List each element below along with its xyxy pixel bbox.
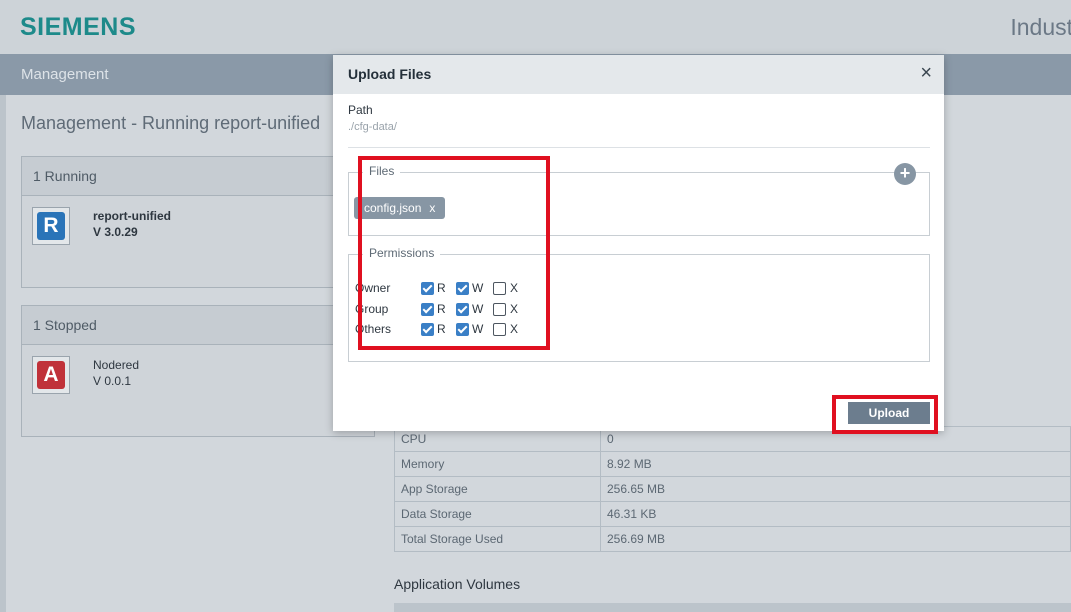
resource-key: Memory	[394, 451, 601, 477]
resource-key: Total Storage Used	[394, 526, 601, 552]
table-row: Total Storage Used 256.69 MB	[394, 526, 1071, 552]
nav-title[interactable]: Management	[21, 66, 109, 83]
table-row: Memory 8.92 MB	[394, 451, 1071, 477]
resource-value: 8.92 MB	[600, 451, 1071, 477]
resource-table: CPU 0 Memory 8.92 MB App Storage 256.65 MB …	[394, 426, 1071, 552]
app-version: V 0.0.1	[93, 374, 132, 388]
resource-key: App Storage	[394, 476, 601, 502]
highlight-box-upload	[832, 395, 938, 434]
resource-value: 256.65 MB	[600, 476, 1071, 502]
resource-value: 46.31 KB	[600, 501, 1071, 527]
dialog-title: Upload Files	[348, 66, 432, 82]
siemens-logo[interactable]: SIEMENS	[20, 13, 136, 42]
app-name[interactable]: report-unified	[93, 209, 171, 223]
app-name[interactable]: Nodered	[93, 358, 139, 372]
app-icon-letter: A	[37, 361, 65, 389]
stopped-card: 1 Stopped A Nodered V 0.0.1	[21, 305, 375, 437]
app-icon-letter: R	[37, 212, 65, 240]
close-icon[interactable]: ×	[920, 62, 932, 85]
running-header: 1 Running	[22, 157, 374, 196]
path-label: Path	[348, 103, 373, 117]
volumes-title: Application Volumes	[394, 576, 521, 592]
app-icon-report-unified[interactable]: R	[32, 207, 70, 245]
dialog-header: Upload Files ×	[333, 55, 944, 94]
table-row: Data Storage 46.31 KB	[394, 501, 1071, 527]
path-value: ./cfg-data/	[348, 121, 397, 133]
stopped-header: 1 Stopped	[22, 306, 374, 345]
volumes-table-header	[394, 603, 1071, 612]
running-card: 1 Running R report-unified V 3.0.29	[21, 156, 375, 288]
page-title: Management - Running report-unified	[21, 113, 321, 133]
divider	[348, 147, 930, 148]
table-row: App Storage 256.65 MB	[394, 476, 1071, 502]
left-strip	[0, 95, 6, 612]
highlight-box-files-permissions	[358, 156, 550, 350]
add-file-icon[interactable]: +	[894, 163, 916, 185]
app-version: V 3.0.29	[93, 225, 138, 239]
resource-value: 256.69 MB	[600, 526, 1071, 552]
resource-key: Data Storage	[394, 501, 601, 527]
app-icon-nodered[interactable]: A	[32, 356, 70, 394]
brand-title: Indust	[1010, 14, 1071, 40]
top-bar: SIEMENS Indust	[0, 0, 1071, 54]
